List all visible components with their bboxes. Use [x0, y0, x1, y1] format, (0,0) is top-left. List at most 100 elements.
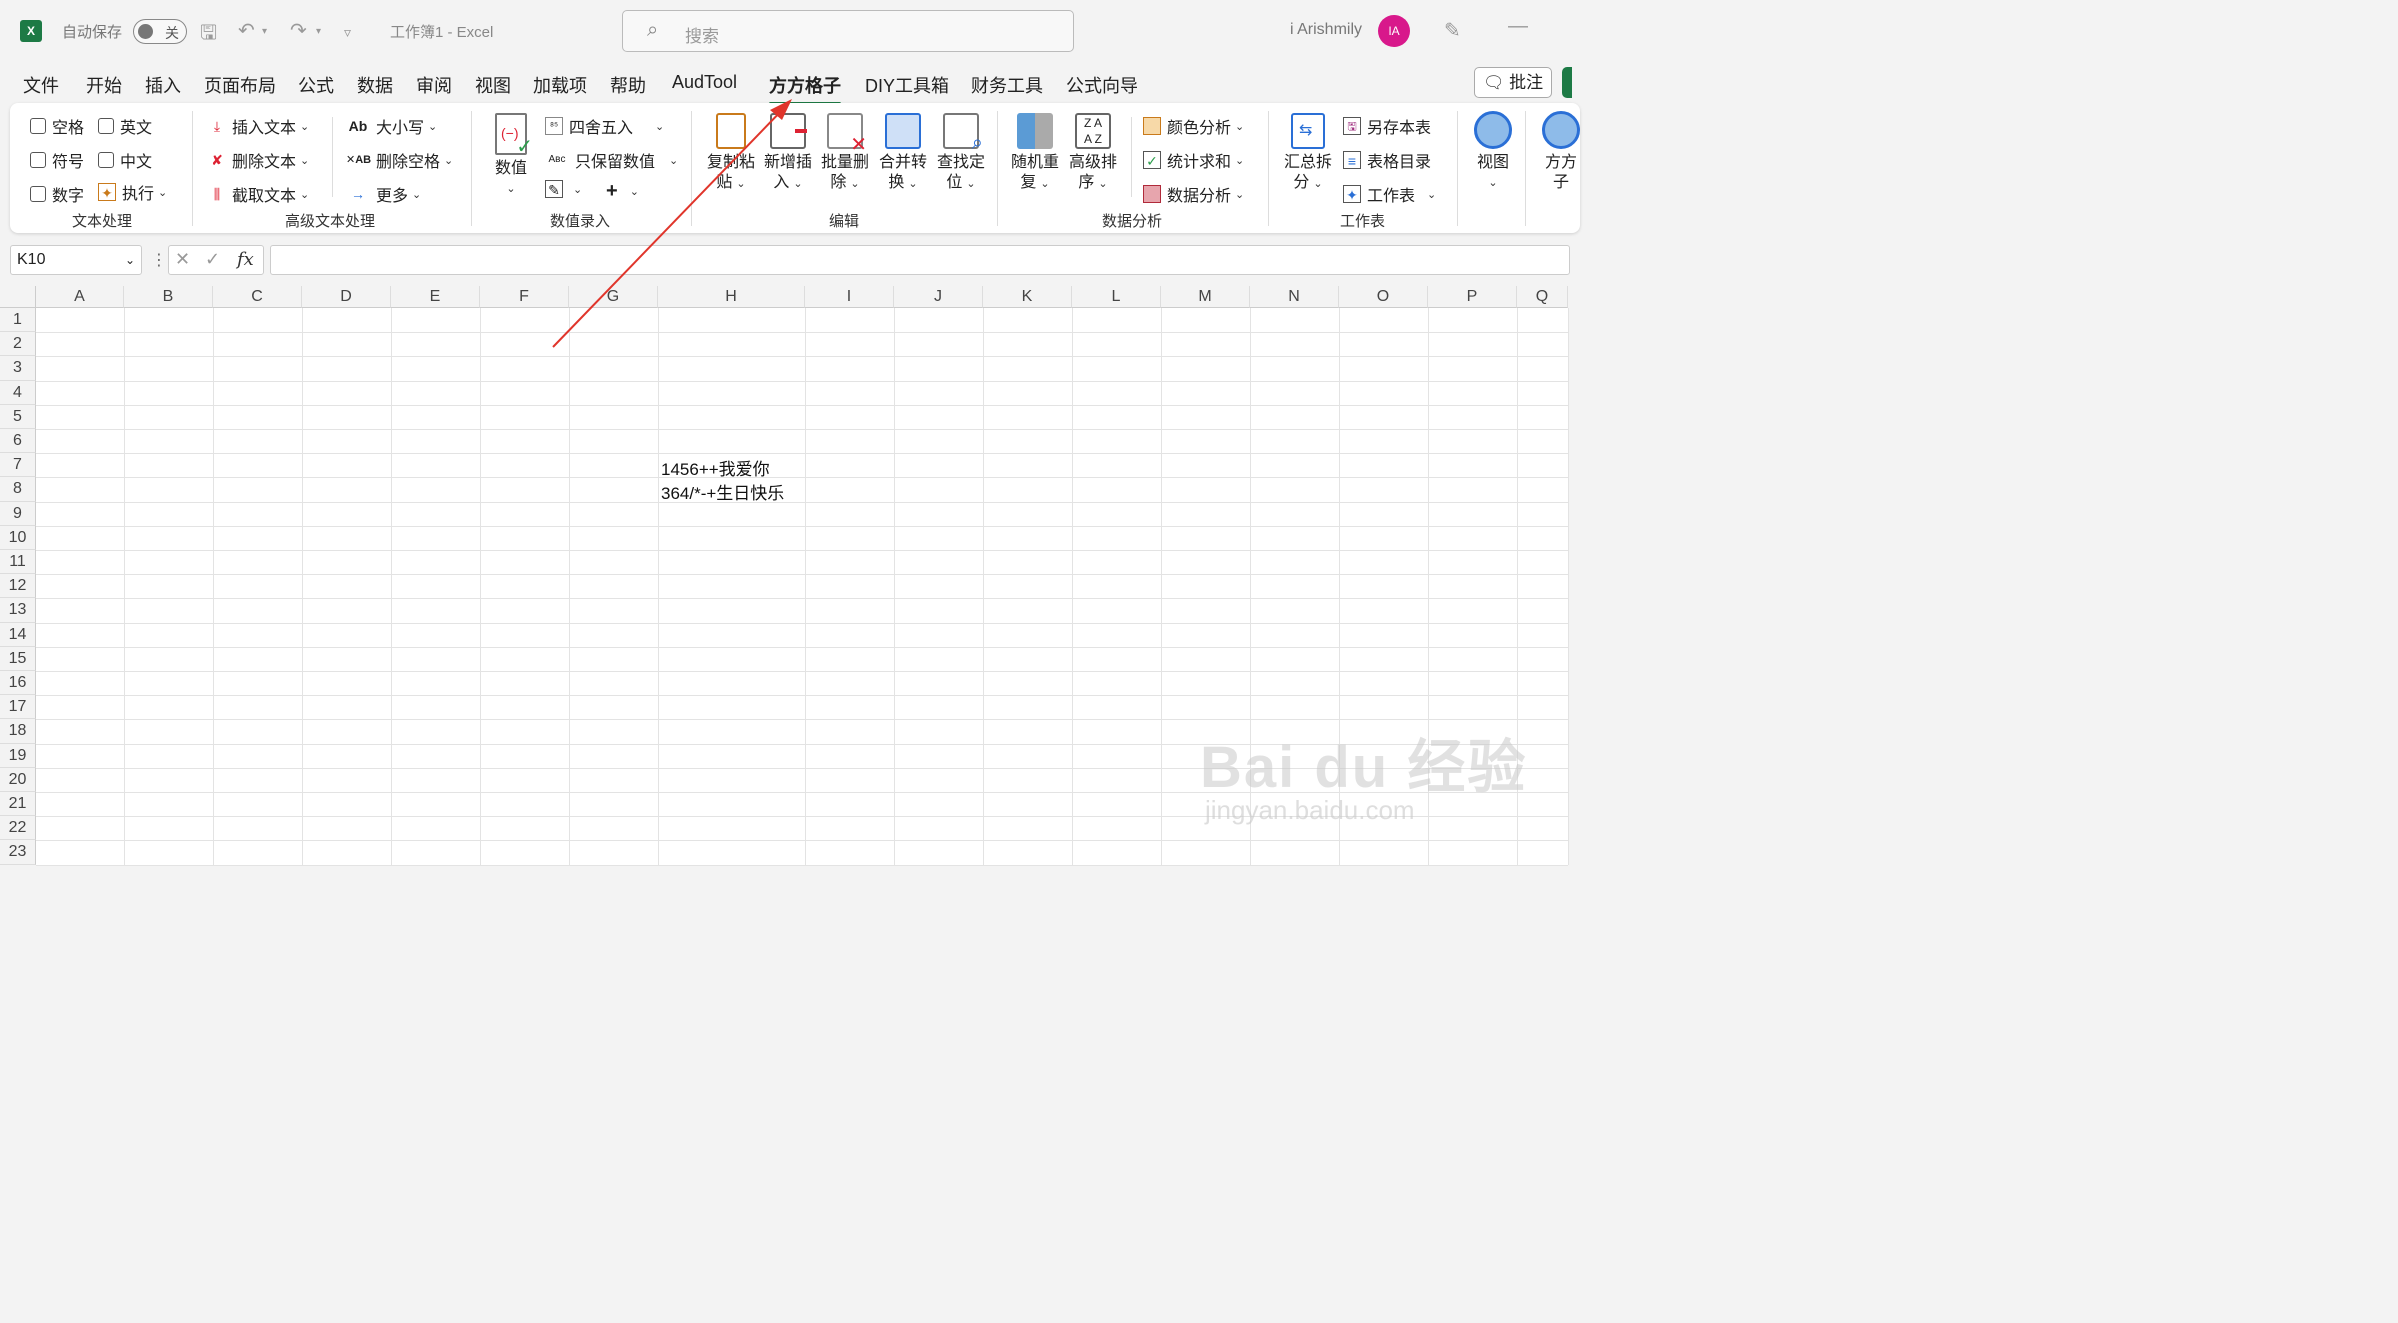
sheet-toc-button[interactable]: ≡ 表格目录 — [1343, 148, 1431, 172]
column-header[interactable]: Q — [1517, 286, 1568, 308]
row-header[interactable]: 20 — [0, 767, 36, 792]
fx-icon[interactable]: fx — [237, 249, 254, 270]
checkbox-space[interactable]: 空格 — [30, 114, 84, 138]
case-button[interactable]: Ab 大小写 ⌄ — [346, 114, 438, 138]
tab-formula-wizard[interactable]: 公式向导 — [1066, 72, 1138, 98]
column-header[interactable]: C — [213, 286, 302, 308]
column-header[interactable]: O — [1339, 286, 1428, 308]
save-as-sheet-button[interactable]: 🖫 另存本表 — [1343, 114, 1431, 138]
tab-page-layout[interactable]: 页面布局 — [204, 72, 276, 98]
tab-finance-tools[interactable]: 财务工具 — [971, 72, 1043, 98]
confirm-icon[interactable]: ✓ — [205, 249, 220, 270]
cut-text-button[interactable]: ⫼ 截取文本 ⌄ — [208, 182, 309, 206]
row-header[interactable]: 6 — [0, 429, 36, 454]
color-analysis-button[interactable]: 颜色分析 ⌄ — [1143, 114, 1244, 138]
tab-insert[interactable]: 插入 — [145, 72, 181, 98]
minimize-icon[interactable]: — — [1508, 15, 1528, 38]
save-icon[interactable]: 🖫 — [200, 18, 217, 52]
undo-icon[interactable]: ↶ — [238, 18, 255, 43]
column-header[interactable]: K — [983, 286, 1072, 308]
checkbox-chinese[interactable]: 中文 — [98, 148, 152, 172]
tab-data[interactable]: 数据 — [357, 72, 393, 98]
tab-review[interactable]: 审阅 — [416, 72, 452, 98]
find-locate-button[interactable]: ⌕ 查找定 位 ⌄ — [934, 113, 988, 194]
row-header[interactable]: 17 — [0, 695, 36, 720]
pen-icon[interactable]: ✎ — [1444, 18, 1461, 43]
row-header[interactable]: 2 — [0, 332, 36, 357]
tab-file[interactable]: 文件 — [23, 72, 59, 98]
formula-input[interactable] — [270, 245, 1570, 275]
delete-space-button[interactable]: ✕AB 删除空格 ⌄ — [346, 148, 453, 172]
row-header[interactable]: 16 — [0, 671, 36, 696]
tab-addins[interactable]: 加载项 — [533, 72, 587, 98]
more-button[interactable]: → 更多 ⌄ — [346, 182, 421, 206]
row-header[interactable]: 9 — [0, 501, 36, 526]
edit-cell-button[interactable]: ✎ ⌄ — [545, 180, 582, 198]
row-header[interactable]: 7 — [0, 453, 36, 478]
share-button[interactable] — [1562, 67, 1572, 98]
column-header[interactable]: D — [302, 286, 391, 308]
data-analysis-button[interactable]: 数据分析 ⌄ — [1143, 182, 1244, 206]
row-header[interactable]: 18 — [0, 719, 36, 744]
row-header[interactable]: 23 — [0, 840, 36, 865]
column-header[interactable]: J — [894, 286, 983, 308]
column-header[interactable]: A — [36, 286, 124, 308]
column-header[interactable]: H — [658, 286, 805, 308]
select-all-corner[interactable] — [0, 286, 36, 308]
cancel-icon[interactable]: ✕ — [175, 249, 190, 270]
tab-formulas[interactable]: 公式 — [298, 72, 334, 98]
row-header[interactable]: 13 — [0, 598, 36, 623]
tab-view[interactable]: 视图 — [475, 72, 511, 98]
row-header[interactable]: 8 — [0, 477, 36, 502]
row-header[interactable]: 19 — [0, 743, 36, 768]
tab-audtool[interactable]: AudTool — [672, 72, 737, 93]
new-insert-button[interactable]: 新增插 入 ⌄ — [761, 113, 815, 194]
insert-text-button[interactable]: ⤓ 插入文本 ⌄ — [208, 114, 309, 138]
column-header[interactable]: L — [1072, 286, 1161, 308]
undo-dropdown-icon[interactable]: ▾ — [262, 26, 267, 37]
summary-split-button[interactable]: ⇆ 汇总拆 分 ⌄ — [1280, 113, 1336, 194]
execute-button[interactable]: ✦ 执行 ⌄ — [98, 180, 167, 204]
more-options-icon[interactable]: ⋮ — [151, 250, 167, 270]
row-header[interactable]: 3 — [0, 356, 36, 381]
plus-button[interactable]: + ⌄ — [606, 180, 639, 203]
worksheet-button[interactable]: ✦ 工作表 ⌄ — [1343, 182, 1436, 206]
row-header[interactable]: 15 — [0, 646, 36, 671]
cell-h8[interactable]: 364/*-+生日快乐 — [661, 479, 784, 504]
redo-icon[interactable]: ↷ — [290, 18, 307, 43]
fangfang-button[interactable]: 方方 子 — [1538, 111, 1584, 193]
column-header[interactable]: M — [1161, 286, 1250, 308]
merge-convert-button[interactable]: 合并转 换 ⌄ — [876, 113, 930, 194]
autosave-toggle[interactable]: 关 — [133, 19, 187, 44]
column-header[interactable]: N — [1250, 286, 1339, 308]
user-name[interactable]: i Arishmily — [1290, 21, 1362, 39]
row-header[interactable]: 12 — [0, 574, 36, 599]
value-button[interactable]: (−) ✓ 数值 ⌄ — [488, 113, 534, 199]
chevron-down-icon[interactable]: ⌄ — [125, 246, 135, 274]
round-button[interactable]: ⁸⁵ 四舍五入 ⌄ — [545, 114, 664, 138]
row-header[interactable]: 1 — [0, 308, 36, 333]
tab-help[interactable]: 帮助 — [610, 72, 646, 98]
tab-diy-toolbox[interactable]: DIY工具箱 — [865, 72, 949, 98]
name-box[interactable]: K10 ⌄ — [10, 245, 142, 275]
search-box[interactable]: ⌕ 搜索 — [622, 10, 1074, 52]
avatar[interactable]: IA — [1378, 15, 1410, 47]
batch-delete-button[interactable]: ✕ 批量删 除 ⌄ — [818, 113, 872, 194]
comment-button[interactable]: 🗨 批注 — [1474, 67, 1552, 98]
row-header[interactable]: 5 — [0, 404, 36, 429]
view-button[interactable]: 视图 ⌄ — [1470, 111, 1516, 193]
column-header[interactable]: F — [480, 286, 569, 308]
row-header[interactable]: 22 — [0, 816, 36, 841]
checkbox-number[interactable]: 数字 — [30, 182, 84, 206]
stat-sum-button[interactable]: ✓ 统计求和 ⌄ — [1143, 148, 1244, 172]
random-repeat-button[interactable]: 随机重 复 ⌄ — [1008, 113, 1062, 194]
column-header[interactable]: P — [1428, 286, 1517, 308]
tab-fangfanggezi[interactable]: 方方格子 — [769, 72, 841, 105]
keep-value-button[interactable]: Aʙc 只保留数值 ⌄ — [545, 148, 679, 172]
column-header[interactable]: B — [124, 286, 213, 308]
checkbox-english[interactable]: 英文 — [98, 114, 152, 138]
delete-text-button[interactable]: ✘ 删除文本 ⌄ — [208, 148, 309, 172]
row-header[interactable]: 11 — [0, 550, 36, 575]
checkbox-symbol[interactable]: 符号 — [30, 148, 84, 172]
column-header[interactable]: G — [569, 286, 658, 308]
